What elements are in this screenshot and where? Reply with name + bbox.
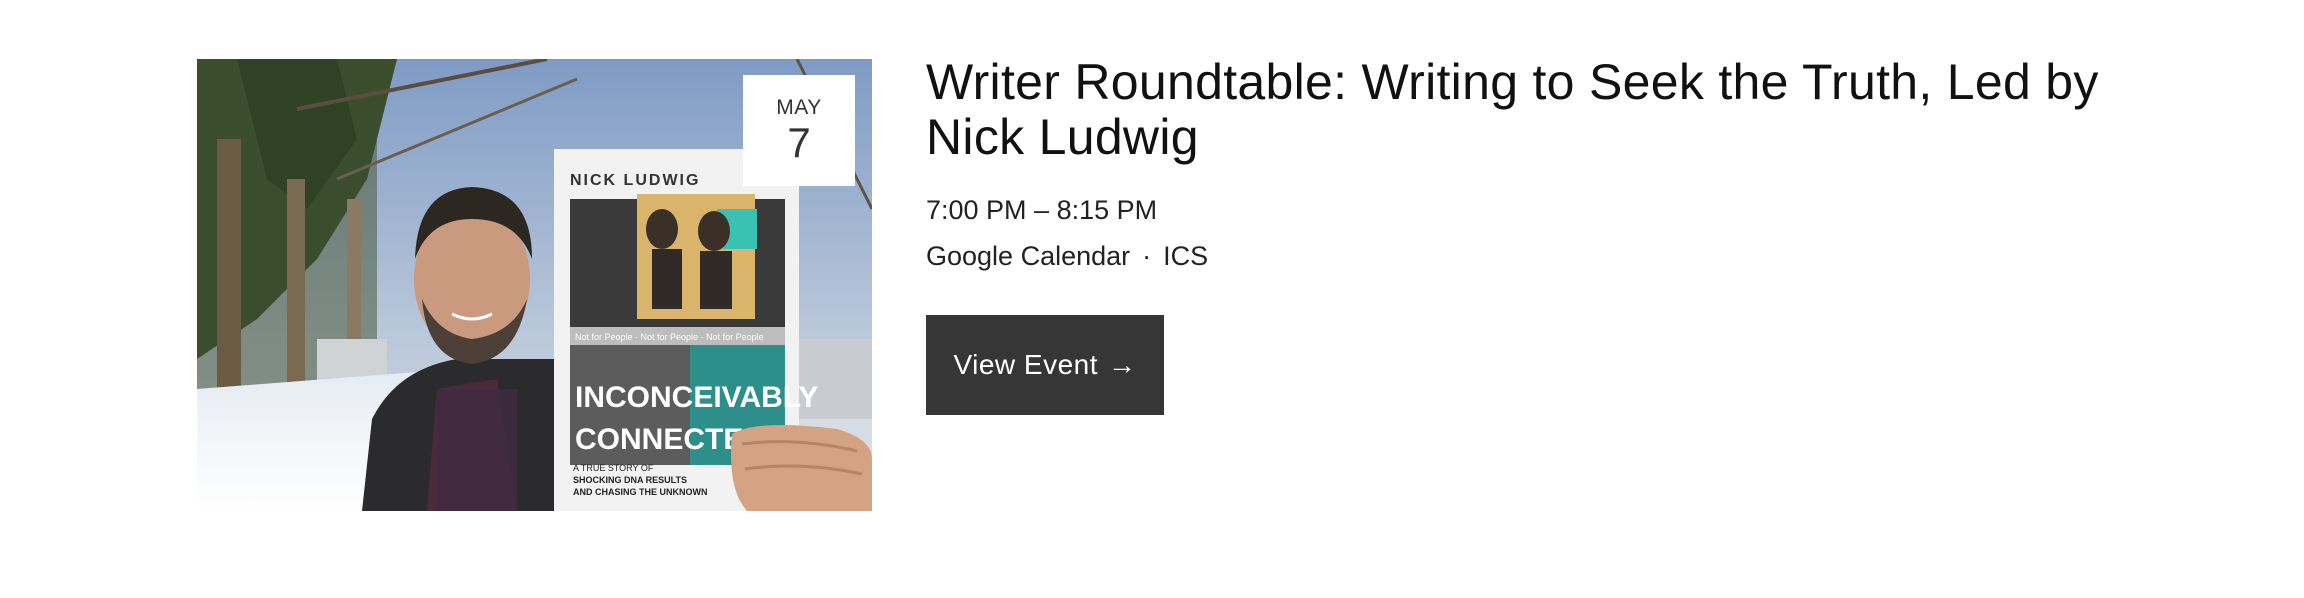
book-subtitle-line2: SHOCKING DNA RESULTS [573,475,687,485]
date-badge: MAY 7 [743,75,855,186]
book-subtitle-line1: A TRUE STORY OF [573,463,654,473]
book-title-line1: INCONCEIVABLY [575,381,818,414]
event-details: Writer Roundtable: Writing to Seek the T… [926,55,2176,273]
event-title[interactable]: Writer Roundtable: Writing to Seek the T… [926,55,2176,165]
view-event-label: View Event [953,349,1099,380]
book-author-text: NICK LUDWIG [570,172,700,189]
ics-link[interactable]: ICS [1163,241,1208,271]
event-time: 7:00 PM – 8:15 PM [926,195,1158,225]
book-subtitle-line3: AND CHASING THE UNKNOWN [573,487,708,497]
calendar-links: Google Calendar · ICS [926,239,2176,273]
date-day: 7 [787,119,811,166]
google-calendar-link[interactable]: Google Calendar [926,241,1130,271]
arrow-right-icon: → [1108,349,1137,380]
view-event-button[interactable]: View Event → [926,315,1164,415]
calendar-link-separator: · [1142,241,1152,271]
book-band-text: Not for People · Not for People · Not fo… [575,332,764,342]
date-month: MAY [776,96,822,119]
